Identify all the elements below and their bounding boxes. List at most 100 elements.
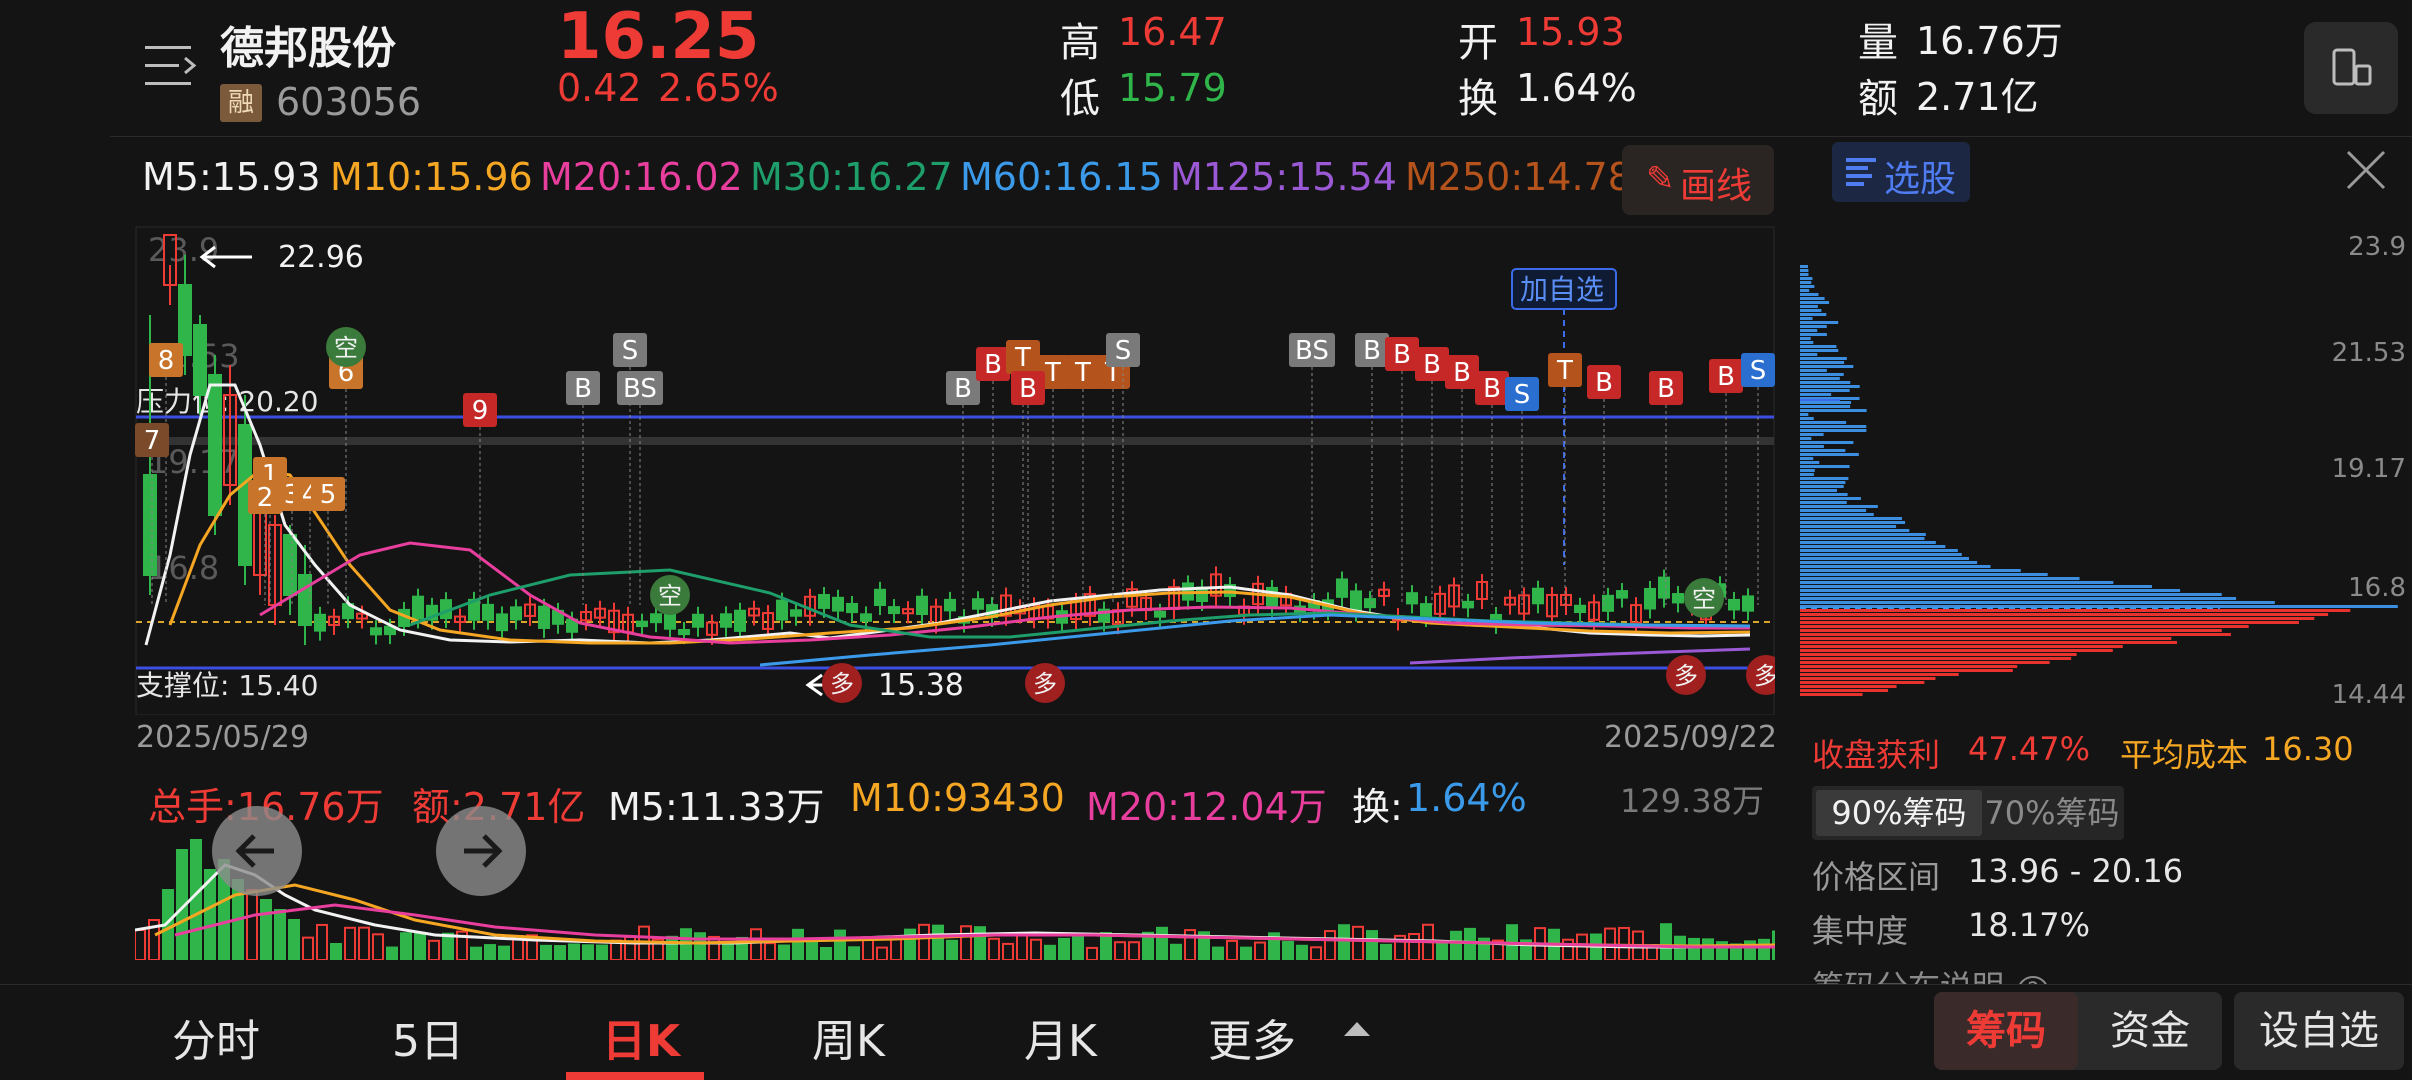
menu-icon[interactable]	[145, 44, 197, 88]
volume-bar	[1310, 946, 1322, 960]
volume-bar	[1212, 946, 1224, 960]
volume-bar	[470, 946, 482, 960]
tab-daily-k[interactable]: 日K	[602, 1005, 680, 1069]
draw-line-button[interactable]: ✎ 画线	[1622, 145, 1774, 215]
volume-value: 16.76万	[1916, 19, 2063, 63]
volume-bar	[778, 944, 790, 960]
funds-button[interactable]: 资金	[2078, 992, 2222, 1070]
tab-5-day[interactable]: 5日	[392, 1005, 464, 1069]
scroll-left-button[interactable]	[212, 806, 302, 896]
signal-marker-text: B	[1363, 336, 1381, 366]
ma30-label: M30:16.27	[750, 155, 953, 199]
candle	[636, 620, 648, 628]
stock-code: 603056	[276, 80, 422, 124]
add-watch-tag-label: 加自选	[1520, 273, 1604, 306]
volume-bar	[1128, 941, 1140, 960]
tab-monthly-k[interactable]: 月K	[1024, 1005, 1097, 1069]
signal-marker-text: BS	[1295, 336, 1329, 366]
open-label: 开	[1458, 20, 1498, 66]
volume-turnover-label: 换:	[1352, 785, 1403, 829]
volume-bar	[960, 925, 972, 960]
high-price-label: 22.96	[278, 240, 364, 275]
volume-bar	[246, 889, 258, 960]
volume-bar	[288, 919, 300, 960]
concentration-value: 18.17%	[1968, 906, 2091, 944]
high-value: 16.47	[1118, 10, 1227, 54]
candle	[1658, 576, 1670, 599]
volume-bar	[1058, 937, 1070, 960]
candle	[888, 606, 900, 615]
resistance-label: 压力位: 20.20	[136, 385, 319, 418]
signal-marker-text: T	[1074, 358, 1091, 388]
landscape-toggle-button[interactable]	[2304, 22, 2398, 114]
scroll-right-button[interactable]	[436, 806, 526, 896]
volume-bar	[1660, 923, 1672, 960]
profit-ratio-label: 收盘获利	[1812, 736, 1941, 774]
volume-bar	[1282, 940, 1294, 960]
candle	[1672, 593, 1684, 604]
candle	[496, 613, 508, 632]
candle	[678, 629, 690, 636]
volume-bar	[358, 926, 370, 960]
volume-bar	[260, 899, 272, 960]
candlestick-chart[interactable]: 23.9 21.53 19.17 16.8 压力位: 20.20 支撑位: 15…	[110, 225, 1775, 715]
candle	[846, 602, 858, 614]
signal-marker-text: B	[1423, 350, 1441, 380]
arrow-right-icon	[464, 834, 503, 868]
tab-more[interactable]: 更多	[1208, 1005, 1296, 1069]
volume-bar	[1296, 944, 1308, 960]
chips-button[interactable]: 筹码	[1934, 992, 2078, 1070]
volume-bar	[1408, 933, 1420, 960]
candle	[1364, 598, 1376, 609]
add-watchlist-button[interactable]: 设自选	[2234, 992, 2404, 1070]
amount-label: 额	[1858, 76, 1898, 122]
volume-bar	[1758, 938, 1770, 960]
candle	[776, 599, 788, 621]
volume-bar	[680, 928, 692, 960]
volume-bar	[582, 944, 594, 960]
candle	[370, 627, 382, 636]
close-icon[interactable]	[2342, 146, 2390, 194]
tab-70-chips[interactable]: 70%筹码	[1984, 790, 2120, 836]
volume-bar	[932, 924, 944, 960]
volume-bar	[540, 944, 552, 960]
low-price-label: 15.38	[878, 668, 964, 703]
signal-marker-text: 5	[320, 480, 337, 510]
volume-bar	[274, 909, 286, 960]
stock-picker-button[interactable]: 选股	[1832, 142, 1970, 202]
signal-circle-text: 空	[334, 334, 358, 362]
signal-marker-text: T	[1014, 343, 1031, 373]
caret-up-icon[interactable]	[1344, 1022, 1370, 1036]
volume-bar	[820, 946, 832, 960]
candle	[1616, 590, 1628, 599]
signal-marker-text: 7	[144, 426, 161, 456]
phone-rotate-icon	[2332, 48, 2372, 86]
tab-intraday[interactable]: 分时	[172, 1005, 260, 1069]
list-icon	[1846, 158, 1876, 186]
help-icon: ?	[2017, 976, 2050, 984]
volume-bar	[834, 929, 846, 960]
candle	[916, 595, 928, 616]
chip-distribution-chart[interactable]: 23.9 21.53 19.17 16.8 14.44	[1800, 225, 2412, 715]
avg-cost-label: 平均成本	[2120, 736, 2249, 774]
profit-ratio-value: 47.47%	[1968, 730, 2091, 768]
turnover-label: 换	[1458, 76, 1498, 122]
signal-marker-text: S	[1115, 336, 1132, 366]
low-value: 15.79	[1118, 66, 1227, 110]
volume-chart[interactable]	[135, 835, 1775, 960]
volume-bar	[792, 928, 804, 960]
candle	[734, 609, 746, 632]
low-label: 低	[1060, 76, 1100, 122]
volume-bar	[1702, 938, 1714, 960]
volume-bar	[1436, 941, 1448, 960]
arrow-left-icon	[235, 834, 274, 868]
tab-weekly-k[interactable]: 周K	[812, 1005, 885, 1069]
tab-90-chips[interactable]: 90%筹码	[1816, 790, 1982, 836]
chip-explain-row[interactable]: 筹码分布说明 ?	[1812, 962, 2252, 984]
avg-cost-value: 16.30	[2262, 730, 2354, 768]
candle	[1728, 598, 1740, 611]
volume-bar	[1100, 932, 1112, 960]
candle	[1462, 600, 1474, 609]
volume-label: 量	[1858, 20, 1898, 66]
ma10-label: M10:15.96	[330, 155, 533, 199]
